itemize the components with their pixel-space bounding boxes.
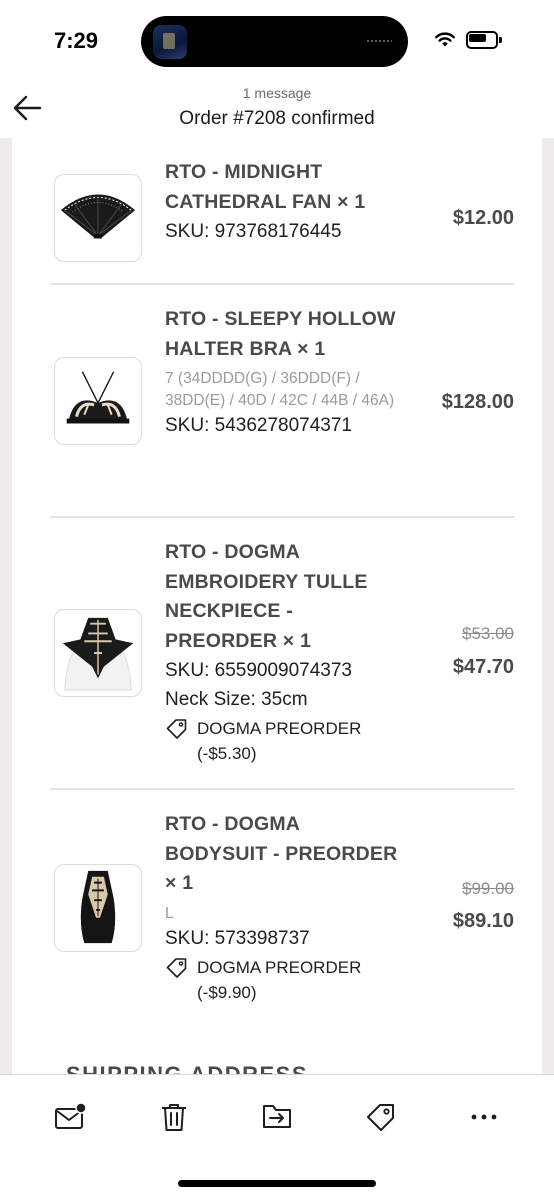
item-price: $128.00 <box>441 391 514 413</box>
more-button[interactable] <box>462 1097 506 1137</box>
delete-button[interactable] <box>152 1097 196 1137</box>
halter-bra-image <box>54 357 142 445</box>
message-header: 1 message Order #7208 confirmed <box>0 80 554 138</box>
item-sku: SKU: 6559009074373 <box>165 660 352 681</box>
order-item: RTO - DOGMA BODYSUIT - PREORDER × 1 L SK… <box>50 790 514 1052</box>
item-details: RTO - DOGMA BODYSUIT - PREORDER × 1 L SK… <box>165 810 400 1005</box>
discount-text: DOGMA PREORDER (-$5.30) <box>197 719 362 763</box>
move-button[interactable] <box>255 1097 299 1137</box>
home-indicator[interactable] <box>178 1180 376 1187</box>
dynamic-island <box>141 16 408 67</box>
battery-icon <box>466 31 504 49</box>
now-playing-artwork <box>153 25 187 59</box>
bodysuit-image <box>54 864 142 952</box>
item-details: RTO - SLEEPY HOLLOW HALTER BRA × 1 7 (34… <box>165 305 400 440</box>
email-body[interactable]: RTO - MIDNIGHT CATHEDRAL FAN × 1 SKU: 97… <box>0 138 554 1074</box>
order-item: RTO - DOGMA EMBROIDERY TULLE NECKPIECE -… <box>50 518 514 790</box>
battery-level-fill <box>469 34 486 42</box>
discount-line: DOGMA PREORDER (-$5.30) <box>165 716 400 766</box>
audio-waveform-icon <box>366 38 392 44</box>
trash-icon <box>162 1104 186 1131</box>
item-sku: SKU: 5436278074371 <box>165 415 352 436</box>
email-card: RTO - MIDNIGHT CATHEDRAL FAN × 1 SKU: 97… <box>12 138 542 1074</box>
discount-tag-icon <box>166 958 187 978</box>
discount-tag-icon <box>166 719 187 739</box>
item-details: RTO - DOGMA EMBROIDERY TULLE NECKPIECE -… <box>165 538 400 766</box>
tag-icon <box>367 1104 394 1131</box>
envelope-badge-icon <box>55 1102 87 1129</box>
move-to-folder-icon <box>263 1105 291 1128</box>
wifi-icon <box>435 32 455 47</box>
order-item: RTO - SLEEPY HOLLOW HALTER BRA × 1 7 (34… <box>50 285 514 518</box>
item-name: RTO - DOGMA EMBROIDERY TULLE NECKPIECE -… <box>165 541 368 652</box>
item-name: RTO - DOGMA BODYSUIT - PREORDER × 1 <box>165 813 398 894</box>
thread-title: Order #7208 confirmed <box>179 108 375 129</box>
mark-unread-button[interactable] <box>48 1097 92 1137</box>
item-original-price: $53.00 <box>462 624 514 643</box>
status-bar: 7:29 <box>0 0 554 80</box>
label-button[interactable] <box>359 1097 403 1137</box>
discount-text: DOGMA PREORDER (-$9.90) <box>197 958 362 1002</box>
message-count: 1 message <box>242 85 312 101</box>
item-price: $47.70 <box>452 656 514 678</box>
item-neck-size: Neck Size: 35cm <box>165 689 308 710</box>
item-sku: SKU: 973768176445 <box>165 221 342 242</box>
status-time: 7:29 <box>54 28 99 53</box>
item-details: RTO - MIDNIGHT CATHEDRAL FAN × 1 SKU: 97… <box>165 158 400 246</box>
item-variant: 7 (34DDDD(G) / 36DDD(F) / 38DD(E) / 40D … <box>165 370 395 409</box>
item-name: RTO - MIDNIGHT CATHEDRAL FAN × 1 <box>165 161 366 213</box>
discount-line: DOGMA PREORDER (-$9.90) <box>165 955 400 1005</box>
item-original-price: $99.00 <box>462 879 514 898</box>
ellipsis-icon <box>471 1114 497 1120</box>
item-sku: SKU: 573398737 <box>165 928 310 949</box>
item-variant: L <box>165 904 174 922</box>
item-price: $12.00 <box>452 207 514 229</box>
neckpiece-image <box>54 609 142 697</box>
item-name: RTO - SLEEPY HOLLOW HALTER BRA × 1 <box>165 308 396 360</box>
shipping-address-heading: SHIPPING ADDRESS <box>66 1062 308 1074</box>
lace-fan-image <box>54 174 142 262</box>
order-item: RTO - MIDNIGHT CATHEDRAL FAN × 1 SKU: 97… <box>50 158 514 285</box>
item-price: $89.10 <box>452 910 514 932</box>
